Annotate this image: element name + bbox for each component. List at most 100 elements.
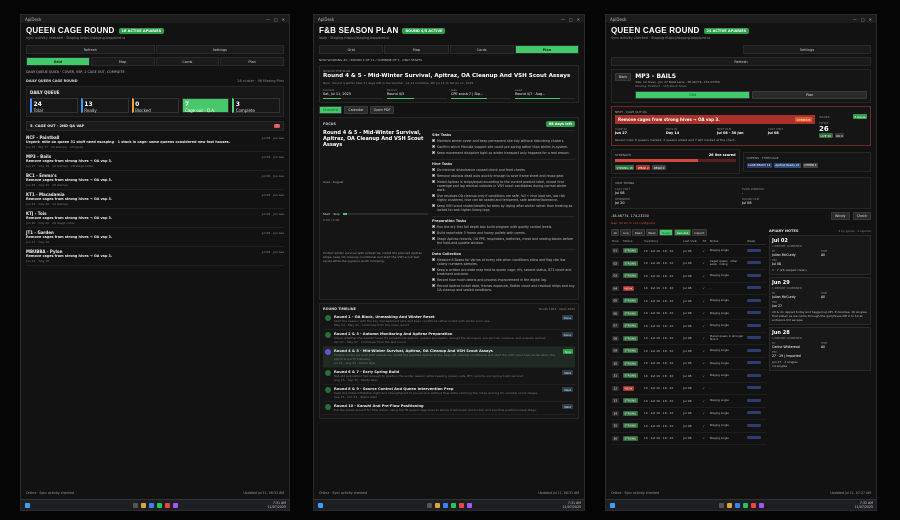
- checklist-item[interactable]: Record how much debris and process impro…: [432, 278, 575, 282]
- checklist-item[interactable]: Do minimal disturbance caused check and …: [432, 168, 575, 172]
- timeline-item[interactable]: Round 10 - Kanuhi And Pre-Flow Positioni…: [323, 402, 575, 415]
- table-row[interactable]: 08 STRONG 10 · 1st 16 · 18 · 2X Jul 08 ✓ Plac…: [611, 332, 766, 345]
- checkbox[interactable]: [432, 139, 435, 143]
- file-explorer-icon[interactable]: [434, 502, 440, 508]
- list-item[interactable]: NCF - Paintball Jul 08 · Jun Lee Urgent: m…: [26, 133, 284, 152]
- strong-tag[interactable]: STRONG 18: [615, 165, 635, 170]
- browser-icon[interactable]: [442, 502, 448, 508]
- maximize-icon[interactable]: □: [274, 17, 278, 22]
- checkbox[interactable]: [432, 174, 435, 178]
- checklist-item[interactable]: Use residues OA cleanup only if conditio…: [432, 194, 575, 202]
- checklist-item[interactable]: Keep movement discipline tight so winter…: [432, 151, 575, 155]
- checklist-item[interactable]: Install Apitraz in strips/equal accordin…: [432, 180, 575, 192]
- apitraz-tag[interactable]: Apitraz Ready x2: [773, 162, 801, 168]
- tab-cards[interactable]: Cards: [449, 45, 514, 54]
- list-item[interactable]: JT1 - Garden Jul 08 · Jun Lee Remove cages…: [26, 228, 284, 247]
- table-row[interactable]: 04 WEAK 10 · 1st 16 · 18 · 2X Jul 08 ✓ -: [611, 282, 766, 295]
- close-icon[interactable]: ✕: [869, 17, 872, 22]
- list-item[interactable]: BC1 - Emma's Jul 08 · Jun Lee Remove cages…: [26, 171, 284, 190]
- windy-button[interactable]: Windy: [831, 212, 850, 220]
- stat-total[interactable]: 24 Total: [30, 98, 78, 113]
- tab-cards[interactable]: Cards: [155, 57, 220, 66]
- filter-chip[interactable]: Live: [620, 229, 632, 236]
- table-row[interactable]: 11 STRONG 10 · 1st 16 · 18 · 2X Jul 08 ✓ Stag…: [611, 369, 766, 383]
- checklist-item[interactable]: Keep a written accurate map held to quee…: [432, 268, 575, 276]
- checkbox[interactable]: [432, 237, 435, 241]
- store-icon[interactable]: [172, 502, 178, 508]
- minimize-icon[interactable]: —: [561, 17, 565, 22]
- tab-calendar[interactable]: Calendar: [344, 106, 368, 114]
- checkbox[interactable]: [432, 225, 435, 229]
- checkbox[interactable]: [432, 268, 435, 272]
- file-explorer-icon[interactable]: [140, 502, 146, 508]
- checkbox[interactable]: [432, 231, 435, 235]
- table-row[interactable]: 16 STRONG 10 · 1st 16 · 18 · 2X Jul 08 ✓ Stag…: [611, 432, 766, 445]
- tab-checklist[interactable]: Checklist: [319, 106, 343, 114]
- timeline-item[interactable]: Round 4 & 5 - Mid-Winter Survival, Apitr…: [323, 347, 575, 368]
- timeline-item[interactable]: Round 8 & 9 - Source Control And Queen I…: [323, 385, 575, 402]
- refresh-button[interactable]: Refresh: [26, 45, 155, 54]
- checklist-item[interactable]: Stage Apitraz records, OA PPE, respirato…: [432, 237, 575, 245]
- mail-icon[interactable]: [458, 502, 464, 508]
- checklist-item[interactable]: Keep VSH scout shaker/deaths for bees by…: [432, 204, 575, 212]
- tab-grid[interactable]: Grid: [319, 45, 384, 54]
- browser-icon[interactable]: [148, 502, 154, 508]
- note-card[interactable]: Jun 29 1 REPORT COMBINED BY Julian McCurdy H…: [769, 277, 871, 325]
- list-item[interactable]: MBUBBA - Pylon Jul 08 · Jun Lee Remove cag…: [26, 247, 284, 266]
- tab-plan[interactable]: Plan: [514, 45, 579, 54]
- timeline-item[interactable]: Round 6 & 7 - Early Spring Build Rebuild …: [323, 368, 575, 385]
- table-row[interactable]: 02 STRONG 10 · 1st 16 · 18 · 2X Jul 08 ✓ Cage…: [611, 257, 766, 270]
- stat-ready[interactable]: 13 Ready: [80, 98, 129, 113]
- windows-start-icon[interactable]: [25, 503, 30, 508]
- settings-button[interactable]: Settings: [155, 45, 284, 54]
- minimize-icon[interactable]: —: [853, 17, 857, 22]
- tab-plan[interactable]: Plan: [220, 57, 284, 66]
- stat-cage-out[interactable]: 7 Cage out · Q.A.: [182, 98, 230, 113]
- minimize-icon[interactable]: —: [266, 17, 270, 22]
- close-icon[interactable]: ✕: [577, 17, 580, 22]
- mail-icon[interactable]: [750, 502, 756, 508]
- filter-chip[interactable]: Inspect: [691, 229, 707, 236]
- checkbox[interactable]: [432, 278, 435, 282]
- timeline-item[interactable]: Round 1 - OA Block, Unmasking And Winter…: [323, 313, 575, 330]
- checkbox[interactable]: [432, 151, 435, 155]
- table-row[interactable]: 12 WEAK 10 · 1st 16 · 18 · 2X Jul 08 ✓ -: [611, 382, 766, 395]
- table-row[interactable]: 10 STRONG 10 · 1st 16 · 18 · 2X Jul 08 ✓ Stag…: [611, 357, 766, 370]
- checklist-item[interactable]: Maintain winter cover and keep permanent…: [432, 139, 575, 143]
- store-icon[interactable]: [466, 502, 472, 508]
- table-row[interactable]: 01 STRONG 10 · 1st 16 · 18 · 2X Jul 08 ✓ Stag…: [611, 244, 766, 258]
- list-item[interactable]: KTJ - Tois Jul 08 · Jun Lee Remove cages f…: [26, 209, 284, 228]
- table-row[interactable]: 05 STRONG 10 · 1st 16 · 18 · 2X Jul 08 ✓ Stag…: [611, 294, 766, 308]
- refresh-button[interactable]: Refresh: [611, 57, 871, 66]
- table-row[interactable]: 06 STRONG 10 · 1st 16 · 18 · 2X Jul 08 ✓ Stag…: [611, 307, 766, 320]
- note-card[interactable]: Jul 02 1 REPORT COMBINED BY Julian McCurdy H…: [769, 235, 871, 275]
- list-item[interactable]: MP3 - Bails Jul 08 · Jun Lee Remove cages …: [26, 152, 284, 171]
- stat-blocked[interactable]: 0 Blocked: [131, 98, 180, 113]
- checkbox[interactable]: [432, 258, 435, 262]
- app-icon[interactable]: [156, 502, 162, 508]
- search-icon[interactable]: [132, 502, 138, 508]
- weak-tag[interactable]: WEAK 2: [636, 165, 651, 170]
- skip-button[interactable]: Skip: [333, 212, 339, 216]
- windows-start-icon[interactable]: [318, 503, 323, 508]
- table-row[interactable]: 14 STRONG 10 · 1st 16 · 18 · 2X Jul 08 ✓ Stag…: [611, 407, 766, 420]
- cage-ready-tag[interactable]: CAGE READY 14: [746, 162, 772, 168]
- browser-icon[interactable]: [734, 502, 740, 508]
- table-row[interactable]: 13 STRONG 10 · 1st 16 · 18 · 2X Jul 08 ✓ Stag…: [611, 394, 766, 408]
- check-button[interactable]: Check: [852, 212, 871, 220]
- stat-complete[interactable]: 3 Complete: [232, 98, 280, 113]
- table-row[interactable]: 07 STRONG 10 · 1st 16 · 18 · 2X Jul 08 ✓ Stag…: [611, 319, 766, 333]
- filter-chip[interactable]: Queen: [659, 229, 674, 236]
- checkbox[interactable]: [432, 194, 435, 198]
- table-row[interactable]: 09 STRONG 10 · 1st 16 · 18 · 2X Jul 08 ✓ Stag…: [611, 344, 766, 358]
- filter-chip[interactable]: Weak: [645, 229, 659, 236]
- open-pdf-button[interactable]: Open PDF: [369, 106, 395, 114]
- file-explorer-icon[interactable]: [726, 502, 732, 508]
- back-button[interactable]: Back: [615, 73, 632, 81]
- checkbox[interactable]: [432, 145, 435, 149]
- tab-map[interactable]: Map: [384, 45, 449, 54]
- settings-button[interactable]: Settings: [743, 45, 871, 54]
- filter-chip[interactable]: All: [611, 229, 620, 236]
- start-button[interactable]: Start: [323, 212, 330, 216]
- store-icon[interactable]: [758, 502, 764, 508]
